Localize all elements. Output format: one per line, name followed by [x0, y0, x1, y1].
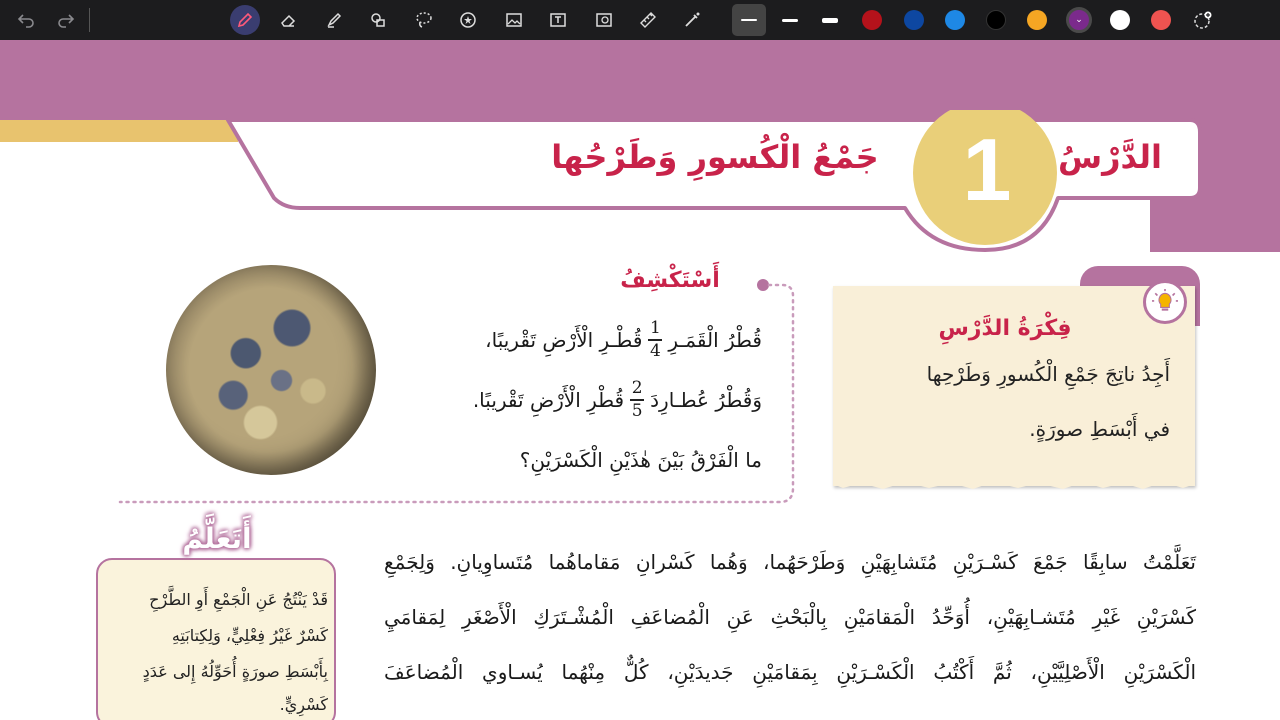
undo-icon[interactable]	[12, 6, 40, 34]
color-swatch-white[interactable]	[1110, 10, 1130, 30]
learn-line-2: كَسْرٌ غَيْرُ فِعْلِيٍّ، وَلِكِتابَتِهِ	[171, 626, 328, 645]
explore-question: ما الْفَرْقُ بَيْنَ هٰذَيْنِ الْكَسْرَيْ…	[519, 448, 762, 472]
explore-line-2-start: وَقُطْرُ عُطـارِدَ	[650, 388, 762, 412]
torn-edge	[833, 470, 1195, 489]
header-band	[0, 40, 1280, 120]
explore-line-2-end: قُطْرِ الْأَرْضِ تَقْريبًا.	[472, 388, 625, 412]
color-swatch-blue[interactable]	[945, 10, 965, 30]
fraction-denominator: 5	[631, 400, 643, 421]
eraser-icon[interactable]	[274, 6, 302, 34]
color-swatch-black[interactable]	[986, 10, 1006, 30]
redo-icon[interactable]	[52, 6, 80, 34]
learn-line-4: كَسْرِيٍّ.	[279, 695, 328, 714]
highlighter-icon[interactable]	[320, 6, 348, 34]
fraction-two-fifths: 2 5	[630, 378, 645, 421]
explore-line-2: وَقُطْرُ عُطـارِدَ 2 5 قُطْرِ الْأَرْضِ …	[473, 378, 762, 422]
explore-heading: أَسْتَكْشِفُ	[620, 268, 720, 293]
learn-line-1: قَدْ يَنْتُجُ عَنِ الْجَمْعِ أَوِ الطَّر…	[149, 590, 328, 609]
lightbulb-icon	[1143, 280, 1187, 324]
shapes-icon[interactable]	[364, 6, 392, 34]
color-swatch-navy[interactable]	[904, 10, 924, 30]
body-line-3: الْكَسْرَيْنِ الْأَصْلِيَّيْنِ، ثُمَّ أَ…	[384, 660, 1196, 684]
chevron-down-icon: ⌄	[1075, 15, 1083, 25]
text-box-icon[interactable]	[544, 6, 572, 34]
stroke-thin-button[interactable]	[732, 4, 766, 36]
color-swatch-light-red[interactable]	[1151, 10, 1171, 30]
learn-badge: أَتَعَلَّمُ	[182, 522, 252, 555]
lasso-icon[interactable]	[410, 6, 438, 34]
laser-icon[interactable]	[678, 6, 706, 34]
idea-heading: فِكْرَةُ الدَّرْسِ	[938, 316, 1072, 341]
lesson-title: جَمْعُ الْكُسورِ وَطَرْحُها	[551, 138, 879, 176]
fraction-numerator: 2	[631, 378, 643, 399]
fraction-numerator: 1	[650, 318, 661, 339]
explore-line-1: قُطْرُ الْقَمَـرِ 1 4 قُطْـرِ الْأَرْضِ …	[485, 318, 762, 362]
color-swatch-purple-selected[interactable]: ⌄	[1066, 7, 1092, 33]
idea-text-line-2: في أَبْسَطِ صورَةٍ.	[1029, 417, 1170, 441]
body-line-2: كَسْرَيْنِ غَيْرِ مُتَشـابِهَيْنِ، أُوَح…	[384, 605, 1196, 629]
moon-image	[166, 265, 376, 475]
ruler-icon[interactable]	[634, 6, 662, 34]
pen-icon[interactable]	[230, 5, 260, 35]
add-color-icon[interactable]	[1189, 6, 1217, 34]
explore-line-1-start: قُطْرُ الْقَمَـرِ	[668, 328, 762, 352]
idea-text-line-1: أَجِدُ ناتِجَ جَمْعِ الْكُسورِ وَطَرْحِه…	[926, 362, 1170, 386]
explore-line-1-end: قُطْـرِ الْأَرْضِ تَقْريبًا،	[485, 328, 643, 352]
stroke-medium-button[interactable]	[776, 6, 804, 34]
fraction-one-quarter: 1 4	[648, 318, 663, 361]
stroke-thick-button[interactable]	[816, 6, 844, 34]
scan-icon[interactable]	[590, 6, 618, 34]
color-swatch-red[interactable]	[862, 10, 882, 30]
color-swatch-orange[interactable]	[1027, 10, 1047, 30]
body-line-1: تَعَلَّمْتُ سابِقًا جَمْعَ كَسْـرَيْنِ م…	[384, 550, 1196, 574]
lesson-label: الدَّرْسُ	[1057, 138, 1163, 176]
lesson-number: 1	[962, 120, 1012, 219]
sticker-icon[interactable]	[454, 6, 482, 34]
fraction-denominator: 4	[650, 340, 661, 361]
textbook-page: الدَّرْسُ 1 جَمْعُ الْكُسورِ وَطَرْحُها …	[0, 40, 1280, 720]
annotation-toolbar: ⌄	[0, 0, 1280, 40]
learn-line-3: بِأَبْسَطِ صورَةٍ أُحَوِّلُهُ إِلى عَدَد…	[142, 662, 328, 681]
image-icon[interactable]	[500, 6, 528, 34]
